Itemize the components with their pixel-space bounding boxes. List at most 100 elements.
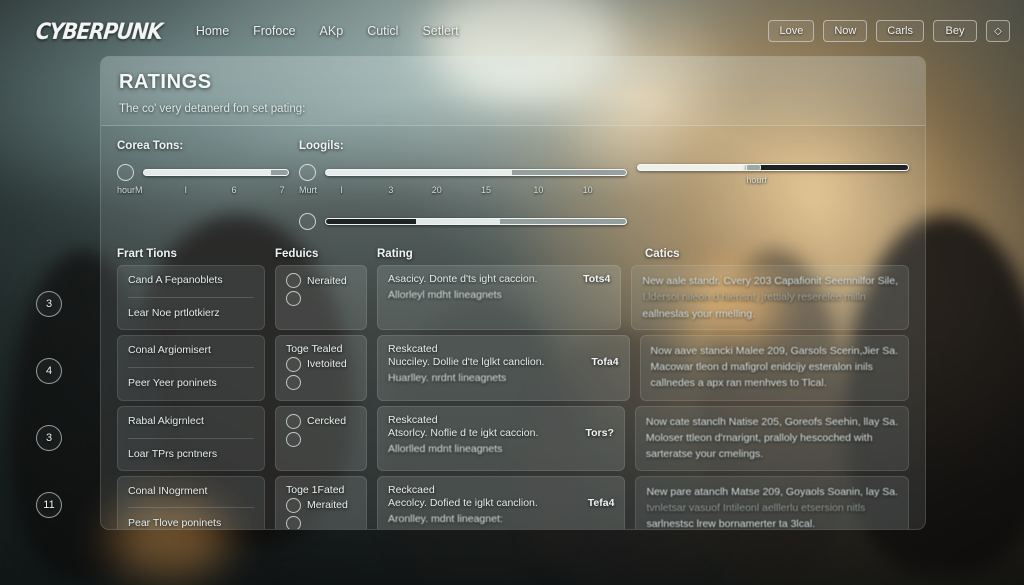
slider-track[interactable] bbox=[325, 218, 627, 225]
page-title: RATINGS bbox=[119, 71, 212, 93]
cell-notes[interactable]: New aale standr. Cvery 203 Capafionit Se… bbox=[631, 265, 909, 330]
slider-group-label: Loogils: bbox=[299, 140, 344, 152]
radio-button[interactable] bbox=[286, 374, 301, 390]
diamond-icon[interactable]: ◇ bbox=[986, 20, 1010, 42]
nav-link-home[interactable]: Home bbox=[196, 24, 229, 38]
subject-line-1: Conal INogrment bbox=[128, 484, 208, 497]
option-item[interactable]: Ivetoited bbox=[286, 356, 356, 372]
action-button-love[interactable]: Love bbox=[768, 20, 815, 42]
nav-link-setlert[interactable]: Setlert bbox=[422, 24, 458, 38]
note-line: sarlnestsc lrew bornamerter ta 3lcal. bbox=[646, 518, 816, 530]
badge-slot: 3 bbox=[36, 404, 62, 471]
radio-button[interactable] bbox=[286, 273, 301, 288]
row-badge: 3 bbox=[36, 424, 62, 451]
cell-subject[interactable]: Cand A Fepanoblets Lear Noe prtlotkierz bbox=[117, 265, 265, 330]
option-item[interactable] bbox=[286, 374, 356, 390]
nav-links: Home Frofoce AKp Cuticl Setlert bbox=[196, 24, 459, 38]
subject-line-2: Lear Noe prtlotkierz bbox=[128, 296, 254, 322]
rating-score: Tefa4 bbox=[587, 496, 615, 509]
nav-link-akp[interactable]: AKp bbox=[320, 24, 344, 38]
column-header-catics: Catics bbox=[645, 248, 680, 260]
slider-knob-toggle[interactable] bbox=[117, 164, 134, 181]
slider-tick: Murt bbox=[299, 185, 317, 195]
note-line: Macowar tleon d mafigrol enidcijy estera… bbox=[650, 361, 873, 374]
slider-tick: l bbox=[340, 185, 343, 195]
slider-track[interactable] bbox=[325, 169, 627, 176]
slider-track-segment bbox=[500, 219, 626, 224]
option-item[interactable]: Meraited bbox=[286, 497, 356, 513]
option-label: Meraited bbox=[307, 499, 348, 512]
table-row[interactable]: Conal Argiomisert Peer Yeer poninets Tog… bbox=[117, 334, 909, 401]
cell-rating[interactable]: Reckcaed Aecolcy. Dofied te iglkt cancli… bbox=[377, 475, 626, 529]
action-button-carls[interactable]: Carls bbox=[876, 20, 924, 42]
radio-button[interactable] bbox=[286, 515, 301, 529]
table-row[interactable]: Cand A Fepanoblets Lear Noe prtlotkierz … bbox=[117, 265, 909, 330]
cell-notes[interactable]: Now cate stanclh Natise 205, Goreofs See… bbox=[634, 405, 909, 471]
cell-rating[interactable]: Reskcated Atsorlcy. Noflie d te igkt cac… bbox=[377, 405, 625, 471]
cell-rating[interactable]: Asacicy. Donte d'ts ight caccion. Tots4 … bbox=[377, 265, 622, 330]
slider-row-secondary[interactable] bbox=[299, 213, 627, 230]
badge-slot: 3 bbox=[36, 270, 62, 337]
action-button-now[interactable]: Now bbox=[823, 20, 868, 42]
table-header-row: Frart Tions Feduics Rating Catics bbox=[117, 248, 909, 265]
radio-button[interactable] bbox=[286, 497, 301, 513]
nav-link-frofoce[interactable]: Frofoce bbox=[253, 24, 295, 38]
slider-tick: 6 bbox=[231, 185, 237, 195]
slider-row[interactable] bbox=[299, 164, 627, 181]
cell-notes[interactable]: New pare atanclh Matse 209, Goyaols Soan… bbox=[635, 475, 909, 530]
cell-rating[interactable]: Reskcated Nucciley. Dollie d'te lglkt ca… bbox=[377, 334, 630, 401]
note-line: New pare atanclh Matse 209, Goyaols Soan… bbox=[646, 485, 898, 498]
rating-subtext: Aronlley. mdnt lineagnet: bbox=[388, 512, 503, 525]
rating-description: Nucciley. Dollie d'te lglkt canclion. bbox=[388, 355, 545, 368]
subject-line-1: Rabal Akigrnlect bbox=[128, 414, 204, 427]
cell-notes[interactable]: Now aave stancki Malee 209, Garsols Scer… bbox=[639, 334, 909, 401]
slider-tick-labels: hourM l 6 7 bbox=[117, 185, 289, 199]
radio-button[interactable] bbox=[286, 431, 301, 447]
ratings-panel: RATINGS The co' very detanerd fon set pa… bbox=[100, 56, 926, 530]
slider-row[interactable] bbox=[637, 164, 909, 171]
option-item[interactable] bbox=[286, 515, 356, 529]
slider-tick: 7 bbox=[279, 185, 285, 195]
cell-subject[interactable]: Rabal Akigrnlect Loar TPrs pcntners bbox=[117, 405, 265, 471]
rating-description: Asacicy. Donte d'ts ight caccion. bbox=[388, 273, 538, 285]
slider-track[interactable] bbox=[637, 164, 909, 171]
radio-button[interactable] bbox=[286, 413, 301, 429]
slider-track[interactable] bbox=[143, 169, 289, 176]
brand-logo[interactable]: CYBERPUNK bbox=[35, 18, 164, 45]
table-row[interactable]: Conal INogrment Pear Tlove poninets Toge… bbox=[117, 475, 909, 530]
option-item[interactable] bbox=[286, 431, 356, 447]
radio-button[interactable] bbox=[286, 356, 301, 372]
cell-options[interactable]: Toge 1Fated Meraited bbox=[275, 475, 367, 529]
row-index-badges: 3 4 3 11 bbox=[36, 270, 62, 538]
cell-options[interactable]: Toge Tealed Ivetoited bbox=[275, 334, 367, 401]
cell-options[interactable]: Cercked bbox=[275, 405, 367, 471]
slider-controls: Corea Tons: hourM l 6 7 Loogils: Murt l … bbox=[101, 126, 925, 244]
badge-slot: 11 bbox=[36, 471, 62, 538]
nav-link-cuticl[interactable]: Cuticl bbox=[367, 24, 398, 38]
rating-main: Asacicy. Donte d'ts ight caccion. Tots4 bbox=[388, 273, 610, 285]
slider-group-label-spacer bbox=[637, 140, 909, 152]
app-root: CYBERPUNK Home Frofoce AKp Cuticl Setler… bbox=[0, 0, 1024, 585]
option-item[interactable] bbox=[286, 291, 356, 306]
cell-subject[interactable]: Conal INogrment Pear Tlove poninets bbox=[117, 475, 265, 529]
slider-row[interactable] bbox=[117, 164, 289, 181]
slider-knob-toggle[interactable] bbox=[299, 213, 316, 230]
option-label: Ivetoited bbox=[307, 358, 347, 371]
slider-thumb[interactable] bbox=[746, 165, 761, 170]
action-button-bey[interactable]: Bey bbox=[933, 20, 977, 42]
ratings-table: Frart Tions Feduics Rating Catics Cand A… bbox=[101, 244, 925, 530]
subject-line-2: Loar TPrs pcntners bbox=[128, 437, 254, 463]
rating-subtext: Huarlley. nrdnt lineagnets bbox=[388, 371, 507, 384]
slider-group-loogils: Loogils: Murt l 3 20 15 10 10 bbox=[299, 140, 627, 234]
rating-header: Reskcated bbox=[388, 342, 438, 355]
option-item[interactable]: Cercked bbox=[286, 413, 356, 429]
cell-subject[interactable]: Conal Argiomisert Peer Yeer poninets bbox=[117, 334, 265, 401]
panel-header: RATINGS The co' very detanerd fon set pa… bbox=[101, 57, 925, 126]
slider-knob-toggle[interactable] bbox=[299, 164, 316, 181]
cell-options[interactable]: Neraited bbox=[275, 265, 367, 330]
radio-button[interactable] bbox=[286, 291, 301, 306]
table-row[interactable]: Rabal Akigrnlect Loar TPrs pcntners Cerc… bbox=[117, 405, 909, 471]
option-item[interactable]: Neraited bbox=[286, 273, 356, 288]
rating-subtext: Allorleyl mdht lineagnets bbox=[388, 289, 502, 301]
slider-track-segment bbox=[512, 170, 626, 175]
